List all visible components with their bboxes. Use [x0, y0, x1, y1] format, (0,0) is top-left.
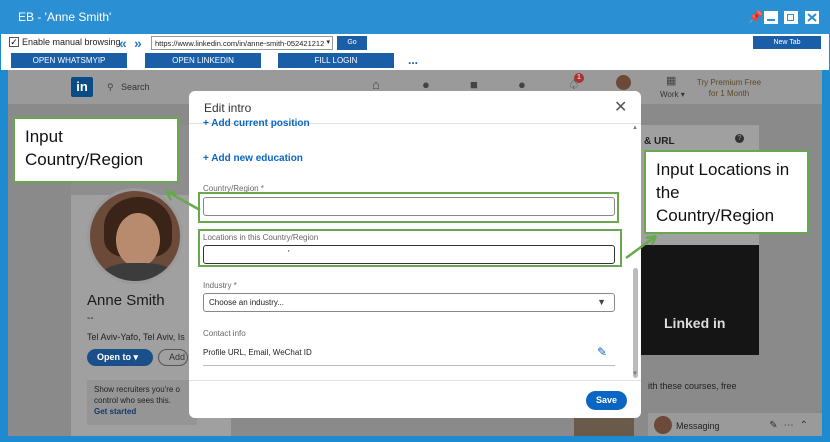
profile-location: Tel Aviv-Yafo, Tel Aviv, Is [87, 332, 185, 342]
close-icon[interactable]: ✕ [614, 97, 627, 117]
open-whatsmyip-button[interactable]: OPEN WHATSMYIP [11, 53, 127, 68]
forward-arrow-icon[interactable]: » [134, 35, 142, 51]
minimize-icon[interactable] [764, 11, 778, 24]
messaging-label: Messaging [676, 421, 720, 431]
avatar [654, 416, 672, 434]
courses-text: ith these courses, free [648, 381, 737, 391]
scroll-down-icon[interactable]: ▼ [632, 371, 638, 377]
open-to-button[interactable]: Open to ▾ [87, 349, 153, 366]
industry-label: Industry * [203, 281, 237, 290]
manual-browsing-label: Enable manual browsing [22, 37, 121, 47]
linkedin-logo[interactable]: in [71, 77, 93, 97]
add-new-education-link[interactable]: + Add new education [203, 153, 303, 164]
dialog-title: Edit intro [204, 101, 252, 115]
chevron-down-icon[interactable]: ▾ [326, 38, 330, 46]
recruiter-card: Show recruiters you're o control who see… [87, 380, 197, 425]
notification-badge: 1 [574, 73, 584, 83]
avatar[interactable] [616, 75, 631, 90]
manual-browsing-checkbox[interactable]: ✓ [9, 37, 19, 47]
industry-value: Choose an industry... [209, 298, 285, 307]
messaging-bar[interactable]: Messaging ✎⋯⌃ [648, 412, 822, 436]
window-title: EB - 'Anne Smith' [18, 10, 112, 24]
ad-brand-text: Linked in [664, 315, 726, 331]
browser-toolbar: ✓ Enable manual browsing « » https://www… [1, 34, 829, 70]
profile-photo[interactable] [87, 188, 183, 284]
jobs-icon[interactable]: ■ [470, 77, 478, 92]
profile-url-title: & URL [644, 136, 675, 147]
go-button[interactable]: Go [337, 36, 367, 50]
contact-info-row[interactable]: Profile URL, Email, WeChat ID [203, 348, 615, 366]
add-section-button[interactable]: Add [158, 349, 188, 366]
profile-headline: -- [87, 313, 94, 324]
industry-select[interactable]: Choose an industry... ▼ [203, 293, 615, 312]
messaging-actions-icon[interactable]: ✎⋯⌃ [769, 420, 814, 431]
more-button[interactable]: ... [408, 53, 418, 67]
help-icon[interactable]: ? [735, 134, 744, 143]
country-highlight [198, 192, 619, 223]
chevron-down-icon: ▼ [597, 297, 606, 307]
url-text: https://www.linkedin.com/in/anne-smith-0… [155, 39, 325, 48]
course-thumbnail[interactable] [574, 417, 634, 436]
network-icon[interactable]: ● [422, 77, 430, 92]
ad-image[interactable] [641, 245, 759, 355]
profile-name: Anne Smith [87, 292, 165, 309]
search-icon: ⚲ [107, 82, 114, 92]
edit-pencil-icon[interactable]: ✎ [597, 345, 607, 359]
add-current-position-link[interactable]: + Add current position [203, 118, 310, 129]
work-grid-icon[interactable]: ▦ [666, 74, 676, 87]
title-bar: EB - 'Anne Smith' 📌 [0, 0, 830, 34]
contact-info-label: Contact info [203, 329, 246, 338]
restore-icon[interactable] [784, 11, 798, 24]
url-input[interactable]: https://www.linkedin.com/in/anne-smith-0… [151, 36, 333, 50]
premium-link[interactable]: Try Premium Free for 1 Month [694, 77, 764, 99]
dialog-footer: Save [189, 380, 641, 418]
recruiter-text: Show recruiters you're o control who see… [94, 385, 181, 405]
close-icon[interactable] [805, 11, 819, 24]
messaging-icon[interactable]: ● [518, 77, 526, 92]
contact-info-value: Profile URL, Email, WeChat ID [203, 348, 312, 357]
back-arrow-icon[interactable]: « [119, 35, 127, 51]
save-button[interactable]: Save [586, 391, 627, 410]
open-linkedin-button[interactable]: OPEN LINKEDIN [145, 53, 261, 68]
country-callout: Input Country/Region [13, 117, 179, 183]
new-tab-button[interactable]: New Tab [753, 36, 821, 49]
locations-highlight [198, 229, 622, 267]
search-input[interactable]: Search [103, 78, 193, 96]
pin-icon[interactable]: 📌 [748, 10, 763, 24]
locations-callout: Input Locations in the Country/Region [644, 150, 809, 234]
fill-login-button[interactable]: FILL LOGIN [278, 53, 394, 68]
get-started-link[interactable]: Get started [94, 406, 190, 417]
work-menu[interactable]: Work ▾ [660, 90, 685, 99]
scrollbar-thumb[interactable] [633, 268, 638, 378]
home-icon[interactable]: ⌂ [372, 77, 380, 92]
scroll-up-icon[interactable]: ▲ [632, 125, 638, 131]
